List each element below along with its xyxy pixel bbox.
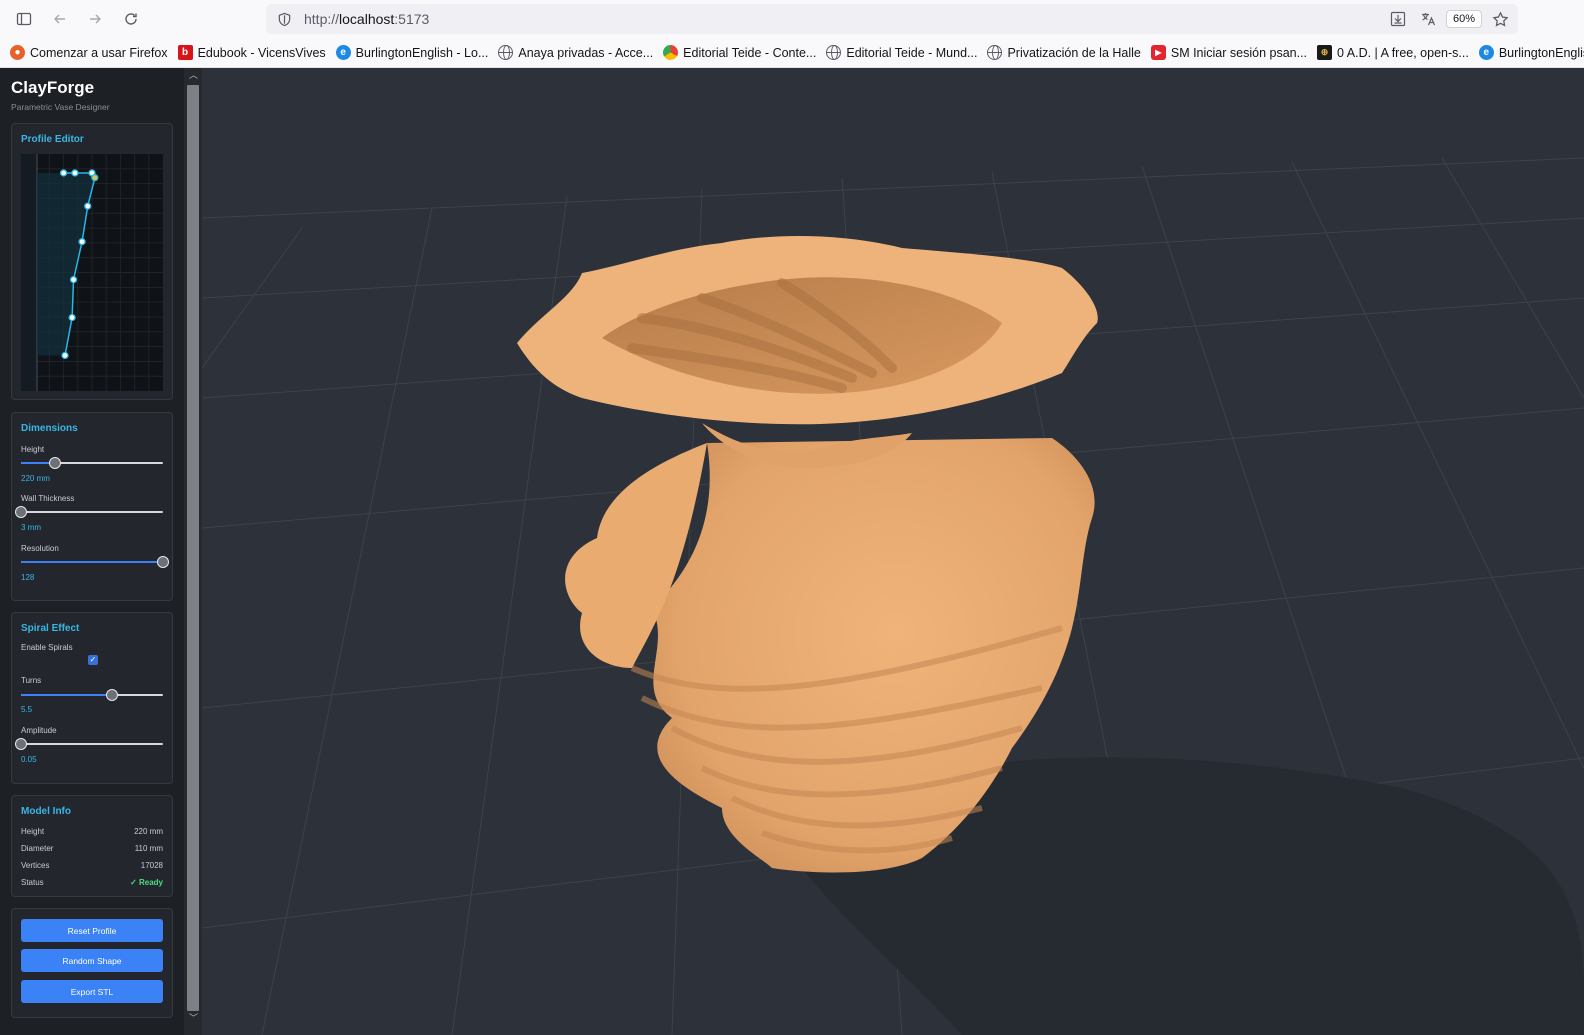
brand: ClayForge Parametric Vase Designer [11,78,110,112]
info-row-status: Status ✓ Ready [21,878,163,887]
address-bar[interactable]: http://localhost:5173 60% [266,4,1518,34]
browser-toolbar: http://localhost:5173 60% [0,0,1584,38]
profile-curve-svg[interactable] [21,154,163,391]
amplitude-slider[interactable] [15,738,163,750]
app-root: ClayForge Parametric Vase Designer Profi… [0,68,1584,1035]
amplitude-value: 0.05 [21,755,37,764]
profile-control-point[interactable] [84,202,92,210]
sidebar-scrollbar[interactable]: ︿ ﹀ [184,68,202,1035]
slider-fill [21,561,163,563]
profile-control-point[interactable] [61,351,69,360]
bookmark-item[interactable]: Anaya privadas - Acce... [498,45,653,60]
bookmark-item[interactable]: eBurlingtonEnglish [1478,45,1584,60]
amplitude-label: Amplitude [21,726,57,735]
globe-icon [987,45,1003,60]
slider-fill [21,694,112,696]
shield-icon[interactable] [274,9,294,29]
height-value: 220 mm [21,474,50,483]
bookmark-item[interactable]: e BurlingtonEnglish - Lo... [335,45,488,60]
scroll-down-icon[interactable]: ﹀ [189,1014,198,1023]
scroll-up-icon[interactable]: ︿ [189,71,198,80]
profile-control-point[interactable] [69,275,78,284]
status-badge: ✓ Ready [130,878,163,887]
slider-thumb[interactable] [105,689,118,701]
bookmark-item[interactable]: Editorial Teide - Mund... [826,45,977,60]
wall-thickness-label: Wall Thickness [21,494,75,503]
info-row-vertices: Vertices 17028 [21,861,163,870]
axis-band [21,154,37,391]
resolution-value: 128 [21,573,35,582]
height-slider[interactable] [21,457,163,469]
play-icon: ▶ [1150,45,1166,60]
wall-thickness-slider[interactable] [15,506,163,518]
translate-icon[interactable] [1416,7,1440,31]
slider-thumb[interactable] [157,556,169,568]
download-icon[interactable] [1386,7,1410,31]
slider-thumb[interactable] [49,457,62,469]
bookmark-item[interactable]: b Edubook - VicensVives [177,45,326,60]
panel-title: Profile Editor [21,134,84,145]
url-text[interactable]: http://localhost:5173 [304,11,429,27]
app-title: ClayForge [11,78,95,97]
app-subtitle: Parametric Vase Designer [11,102,110,112]
bookmark-item[interactable]: ▶ SM Iniciar sesión psan... [1150,45,1307,60]
zoom-level-badge[interactable]: 60% [1445,10,1482,28]
reset-profile-button[interactable]: Reset Profile [21,919,163,942]
enable-spirals-label: Enable Spirals [21,643,73,652]
forward-arrow-icon[interactable] [81,5,109,33]
profile-control-point[interactable] [59,169,68,177]
height-label: Height [21,445,45,454]
3d-viewport[interactable] [202,68,1584,1035]
random-shape-button[interactable]: Random Shape [21,949,163,972]
wall-thickness-value: 3 mm [21,523,41,532]
profile-control-point[interactable] [71,169,79,177]
resolution-slider[interactable] [21,556,169,568]
star-icon[interactable] [1488,7,1512,31]
model-info-panel: Model Info Height 220 mm Diameter 110 mm V… [11,795,173,897]
bookmark-item[interactable]: Editorial Teide - Conte... [663,45,816,60]
export-stl-button[interactable]: Export STL [21,980,163,1003]
sidebar-toggle-icon[interactable] [10,5,38,33]
resolution-label: Resolution [21,544,59,553]
turns-slider[interactable] [21,689,163,701]
scene-svg[interactable] [202,68,1584,1035]
globe-icon [498,45,514,60]
turns-label: Turns [21,676,42,685]
burlington-icon: e [1478,45,1494,60]
chrome-color-icon [663,45,679,60]
burlington-icon: e [335,45,351,60]
scrollbar-thumb[interactable] [187,85,199,1011]
bookmark-item[interactable]: ● Comenzar a usar Firefox [10,45,168,60]
firefox-icon: ● [10,45,25,60]
actions-panel: Reset Profile Random Shape Export STL [11,908,173,1018]
profile-editor-panel: Profile Editor [11,123,173,400]
panel-title: Dimensions [21,423,78,434]
profile-control-point[interactable] [78,238,86,246]
panel-title: Model Info [21,806,71,817]
bookmark-item[interactable]: ⊕ 0 A.D. | A free, open-s... [1317,45,1469,60]
bookmarks-bar: ● Comenzar a usar Firefox b Edubook - Vice… [0,38,1584,68]
profile-fill [37,172,95,356]
panel-title: Spiral Effect [21,623,80,634]
info-row-diameter: Diameter 110 mm [21,844,163,853]
slider-thumb[interactable] [15,506,27,518]
0ad-icon: ⊕ [1317,45,1333,60]
control-sidebar: ClayForge Parametric Vase Designer Profi… [0,68,184,1035]
profile-editor-canvas[interactable] [21,154,163,391]
turns-value: 5.5 [21,705,33,714]
bookmark-item[interactable]: Privatización de la Halle [987,45,1141,60]
back-arrow-icon[interactable] [46,5,74,33]
slider-thumb[interactable] [15,738,27,750]
dimensions-panel: Dimensions Height 220 mm Wall Thickness … [11,412,173,601]
enable-spirals-checkbox[interactable]: ✓ [88,655,98,665]
info-row-height: Height 220 mm [21,827,163,836]
profile-control-point[interactable] [68,313,76,322]
globe-icon [826,45,842,60]
spiral-effect-panel: Spiral Effect Enable Spirals ✓ Turns 5.5… [11,612,173,784]
b-logo-icon: b [177,45,193,60]
reload-icon[interactable] [117,5,145,33]
profile-control-point[interactable] [91,174,99,182]
